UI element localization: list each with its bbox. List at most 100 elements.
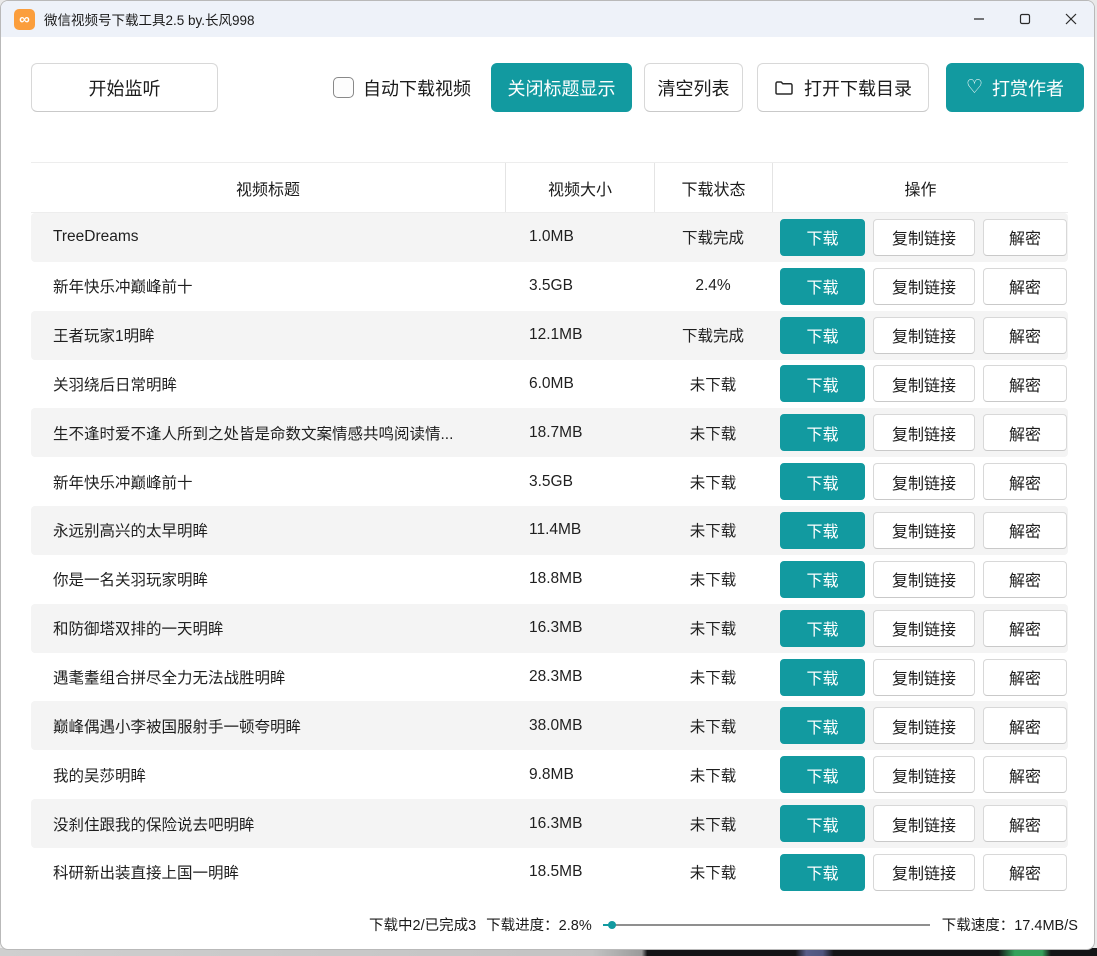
table-row: 新年快乐冲巅峰前十 3.5GB 未下载 下载 复制链接 解密 xyxy=(31,457,1068,506)
row-download-button[interactable]: 下载 xyxy=(780,805,865,842)
table-row: 科研新出装直接上国一明眸 18.5MB 未下载 下载 复制链接 解密 xyxy=(31,848,1068,897)
download-counts: 下载中2/已完成3 xyxy=(369,918,476,934)
row-copy-link-button[interactable]: 复制链接 xyxy=(873,805,975,842)
row-copy-link-button[interactable]: 复制链接 xyxy=(873,610,975,647)
download-status: 未下载 xyxy=(654,813,772,835)
video-title: TreeDreams xyxy=(31,228,505,246)
row-copy-link-button[interactable]: 复制链接 xyxy=(873,365,975,402)
maximize-icon xyxy=(1019,13,1031,25)
video-size: 11.4MB xyxy=(505,521,654,539)
row-copy-link-button[interactable]: 复制链接 xyxy=(873,463,975,500)
row-download-button[interactable]: 下载 xyxy=(780,219,865,256)
app-window: ∞ 微信视频号下载工具2.5 by.长风998 开始监听 xyxy=(0,0,1095,950)
row-decrypt-button[interactable]: 解密 xyxy=(983,805,1067,842)
table-row: 巅峰偶遇小李被国服射手一顿夸明眸 38.0MB 未下载 下载 复制链接 解密 xyxy=(31,701,1068,750)
row-actions: 下载 复制链接 解密 xyxy=(772,854,1068,891)
row-download-button[interactable]: 下载 xyxy=(780,365,865,402)
auto-download-label: 自动下载视频 xyxy=(363,75,471,101)
row-actions: 下载 复制链接 解密 xyxy=(772,805,1068,842)
row-decrypt-button[interactable]: 解密 xyxy=(983,268,1067,305)
row-copy-link-button[interactable]: 复制链接 xyxy=(873,659,975,696)
row-copy-link-button[interactable]: 复制链接 xyxy=(873,854,975,891)
row-decrypt-button[interactable]: 解密 xyxy=(983,756,1067,793)
row-decrypt-button[interactable]: 解密 xyxy=(983,707,1067,744)
video-size: 3.5GB xyxy=(505,277,654,295)
progress-value: 2.8% xyxy=(559,918,592,934)
row-download-button[interactable]: 下载 xyxy=(780,561,865,598)
row-decrypt-button[interactable]: 解密 xyxy=(983,219,1067,256)
table-row: TreeDreams 1.0MB 下载完成 下载 复制链接 解密 xyxy=(31,213,1068,262)
table-row: 新年快乐冲巅峰前十 3.5GB 2.4% 下载 复制链接 解密 xyxy=(31,262,1068,311)
row-decrypt-button[interactable]: 解密 xyxy=(983,854,1067,891)
video-title: 关羽绕后日常明眸 xyxy=(31,373,505,395)
close-button[interactable] xyxy=(1048,1,1094,37)
row-actions: 下载 复制链接 解密 xyxy=(772,365,1068,402)
slider-thumb[interactable] xyxy=(608,921,616,929)
status-summary: 下载中2/已完成3下载进度：2.8% xyxy=(369,914,592,935)
row-copy-link-button[interactable]: 复制链接 xyxy=(873,268,975,305)
row-download-button[interactable]: 下载 xyxy=(780,512,865,549)
maximize-button[interactable] xyxy=(1002,1,1048,37)
titlebar: ∞ 微信视频号下载工具2.5 by.长风998 xyxy=(1,1,1094,37)
video-title: 王者玩家1明眸 xyxy=(31,324,505,346)
row-download-button[interactable]: 下载 xyxy=(780,317,865,354)
row-actions: 下载 复制链接 解密 xyxy=(772,317,1068,354)
row-copy-link-button[interactable]: 复制链接 xyxy=(873,756,975,793)
row-copy-link-button[interactable]: 复制链接 xyxy=(873,561,975,598)
row-actions: 下载 复制链接 解密 xyxy=(772,659,1068,696)
download-status: 下载完成 xyxy=(654,324,772,346)
auto-download-checkbox[interactable] xyxy=(333,77,354,98)
row-decrypt-button[interactable]: 解密 xyxy=(983,512,1067,549)
minimize-button[interactable] xyxy=(956,1,1002,37)
header-video-size: 视频大小 xyxy=(505,163,654,212)
row-download-button[interactable]: 下载 xyxy=(780,268,865,305)
video-size: 1.0MB xyxy=(505,228,654,246)
row-copy-link-button[interactable]: 复制链接 xyxy=(873,317,975,354)
auto-download-checkbox-group[interactable]: 自动下载视频 xyxy=(333,75,471,101)
reward-author-label: 打赏作者 xyxy=(992,75,1064,101)
download-progress-slider[interactable] xyxy=(603,918,930,932)
download-status: 未下载 xyxy=(654,568,772,590)
toggle-title-display-button[interactable]: 关闭标题显示 xyxy=(491,63,632,112)
download-status: 未下载 xyxy=(654,715,772,737)
slider-track xyxy=(603,924,930,926)
row-download-button[interactable]: 下载 xyxy=(780,707,865,744)
row-decrypt-button[interactable]: 解密 xyxy=(983,414,1067,451)
row-copy-link-button[interactable]: 复制链接 xyxy=(873,707,975,744)
row-decrypt-button[interactable]: 解密 xyxy=(983,463,1067,500)
video-title: 没刹住跟我的保险说去吧明眸 xyxy=(31,813,505,835)
speed-readout: 下载速度：17.4MB/S xyxy=(942,914,1078,935)
row-download-button[interactable]: 下载 xyxy=(780,659,865,696)
table-row: 遇耄耋组合拼尽全力无法战胜明眸 28.3MB 未下载 下载 复制链接 解密 xyxy=(31,653,1068,702)
row-copy-link-button[interactable]: 复制链接 xyxy=(873,414,975,451)
row-copy-link-button[interactable]: 复制链接 xyxy=(873,512,975,549)
table-row: 生不逢时爱不逢人所到之处皆是命数文案情感共鸣阅读情... 18.7MB 未下载 … xyxy=(31,408,1068,457)
header-operations: 操作 xyxy=(772,163,1068,212)
row-decrypt-button[interactable]: 解密 xyxy=(983,610,1067,647)
row-download-button[interactable]: 下载 xyxy=(780,414,865,451)
video-title: 你是一名关羽玩家明眸 xyxy=(31,568,505,590)
speed-label: 下载速度： xyxy=(942,918,1015,934)
row-decrypt-button[interactable]: 解密 xyxy=(983,365,1067,402)
close-icon xyxy=(1065,13,1077,25)
row-download-button[interactable]: 下载 xyxy=(780,854,865,891)
open-download-dir-button[interactable]: 打开下载目录 xyxy=(757,63,929,112)
download-status: 未下载 xyxy=(654,519,772,541)
download-status: 2.4% xyxy=(654,277,772,295)
reward-author-button[interactable]: ♡ 打赏作者 xyxy=(946,63,1084,112)
row-decrypt-button[interactable]: 解密 xyxy=(983,561,1067,598)
download-status: 未下载 xyxy=(654,373,772,395)
row-decrypt-button[interactable]: 解密 xyxy=(983,659,1067,696)
row-copy-link-button[interactable]: 复制链接 xyxy=(873,219,975,256)
table-header: 视频标题 视频大小 下载状态 操作 xyxy=(31,162,1068,213)
download-status: 未下载 xyxy=(654,471,772,493)
video-size: 28.3MB xyxy=(505,668,654,686)
row-decrypt-button[interactable]: 解密 xyxy=(983,317,1067,354)
row-download-button[interactable]: 下载 xyxy=(780,610,865,647)
start-listen-button[interactable]: 开始监听 xyxy=(31,63,218,112)
row-download-button[interactable]: 下载 xyxy=(780,756,865,793)
clear-list-button[interactable]: 清空列表 xyxy=(644,63,743,112)
video-size: 38.0MB xyxy=(505,717,654,735)
row-download-button[interactable]: 下载 xyxy=(780,463,865,500)
download-status: 下载完成 xyxy=(654,226,772,248)
